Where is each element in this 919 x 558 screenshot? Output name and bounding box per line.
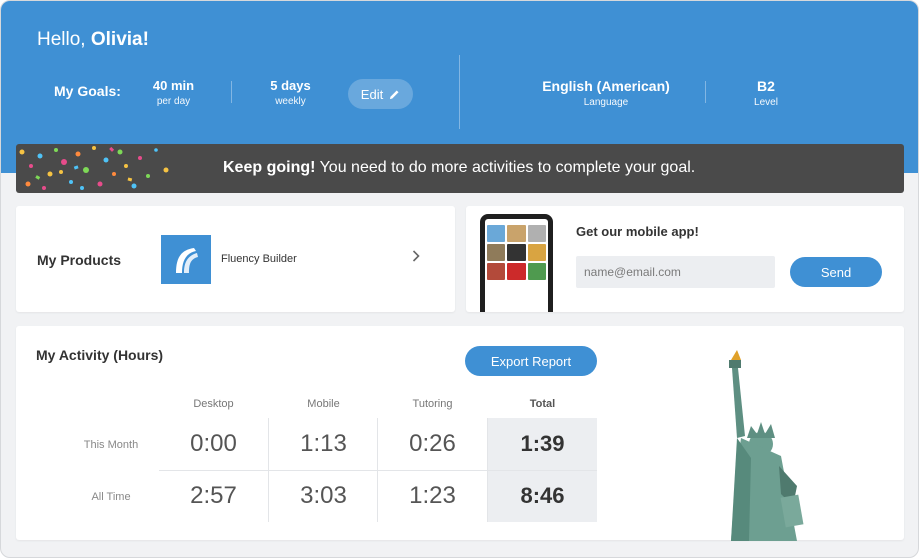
- column-header-desktop: Desktop: [193, 398, 234, 410]
- column-header-total: Total: [529, 398, 556, 410]
- banner-bold: Keep going!: [223, 159, 316, 176]
- mobile-app-title: Get our mobile app!: [576, 224, 699, 239]
- language-sub: Language: [583, 97, 629, 108]
- chevron-right-icon[interactable]: [412, 250, 420, 262]
- cell-this-month-total: 1:39: [520, 431, 565, 456]
- dashboard-frame: Hello, Olivia! My Goals: 40 min per day …: [0, 0, 919, 558]
- level-sub: Level: [754, 97, 778, 108]
- edit-label: Edit: [360, 86, 384, 102]
- phone-image: [480, 214, 553, 312]
- goal-days-value: 5 days: [270, 78, 311, 93]
- divider: [231, 81, 232, 103]
- divider: [705, 81, 706, 103]
- cell-this-month-desktop: 0:00: [190, 430, 237, 457]
- product-logo-icon: [176, 247, 198, 273]
- goals-label: My Goals:: [54, 83, 121, 99]
- cell-all-time-mobile: 3:03: [300, 482, 347, 509]
- confetti-decoration: [19, 146, 169, 190]
- goal-days: 5 days weekly: [263, 78, 318, 107]
- phone-grid: [485, 223, 548, 282]
- statue-of-liberty-illustration: [729, 350, 804, 541]
- cell-all-time-total: 8:46: [520, 483, 565, 508]
- goal-language: English (American) Language: [536, 78, 676, 108]
- fluency-builder-tile[interactable]: [161, 235, 211, 284]
- activity-title: My Activity (Hours): [36, 347, 164, 363]
- column-header-mobile: Mobile: [307, 398, 340, 410]
- goal-level: B2 Level: [741, 78, 791, 108]
- greeting: Hello, Olivia!: [37, 29, 149, 51]
- grid-line: [159, 470, 597, 471]
- pencil-icon: [390, 89, 399, 99]
- export-report-button[interactable]: Export Report: [465, 346, 597, 376]
- level-value: B2: [757, 78, 775, 94]
- products-card: My Products Fluency Builder: [16, 206, 455, 312]
- send-button[interactable]: Send: [790, 257, 882, 287]
- row-label-this-month: This Month: [83, 439, 139, 451]
- divider: [459, 55, 460, 129]
- email-input[interactable]: [576, 256, 775, 288]
- user-name: Olivia!: [90, 29, 149, 50]
- goal-days-sub: weekly: [275, 96, 306, 107]
- edit-goals-button[interactable]: Edit: [348, 79, 413, 109]
- mobile-app-card: Get our mobile app! Send: [466, 206, 904, 312]
- row-label-all-time: All Time: [91, 491, 131, 503]
- products-title: My Products: [37, 252, 122, 268]
- language-value: English (American): [542, 78, 670, 94]
- cell-this-month-tutoring: 0:26: [409, 430, 456, 457]
- banner-text: You need to do more activities to comple…: [315, 159, 696, 176]
- goal-time: 40 min per day: [146, 78, 201, 107]
- goal-time-value: 40 min: [152, 78, 195, 93]
- banner-message: Keep going! You need to do more activiti…: [223, 159, 695, 177]
- column-header-tutoring: Tutoring: [412, 398, 453, 410]
- greeting-prefix: Hello,: [37, 29, 86, 50]
- goal-banner: Keep going! You need to do more activiti…: [16, 144, 904, 193]
- product-name[interactable]: Fluency Builder: [221, 253, 297, 265]
- cell-this-month-mobile: 1:13: [300, 430, 347, 457]
- cell-all-time-desktop: 2:57: [190, 482, 237, 509]
- cell-all-time-tutoring: 1:23: [409, 482, 456, 509]
- goal-time-sub: per day: [156, 96, 191, 107]
